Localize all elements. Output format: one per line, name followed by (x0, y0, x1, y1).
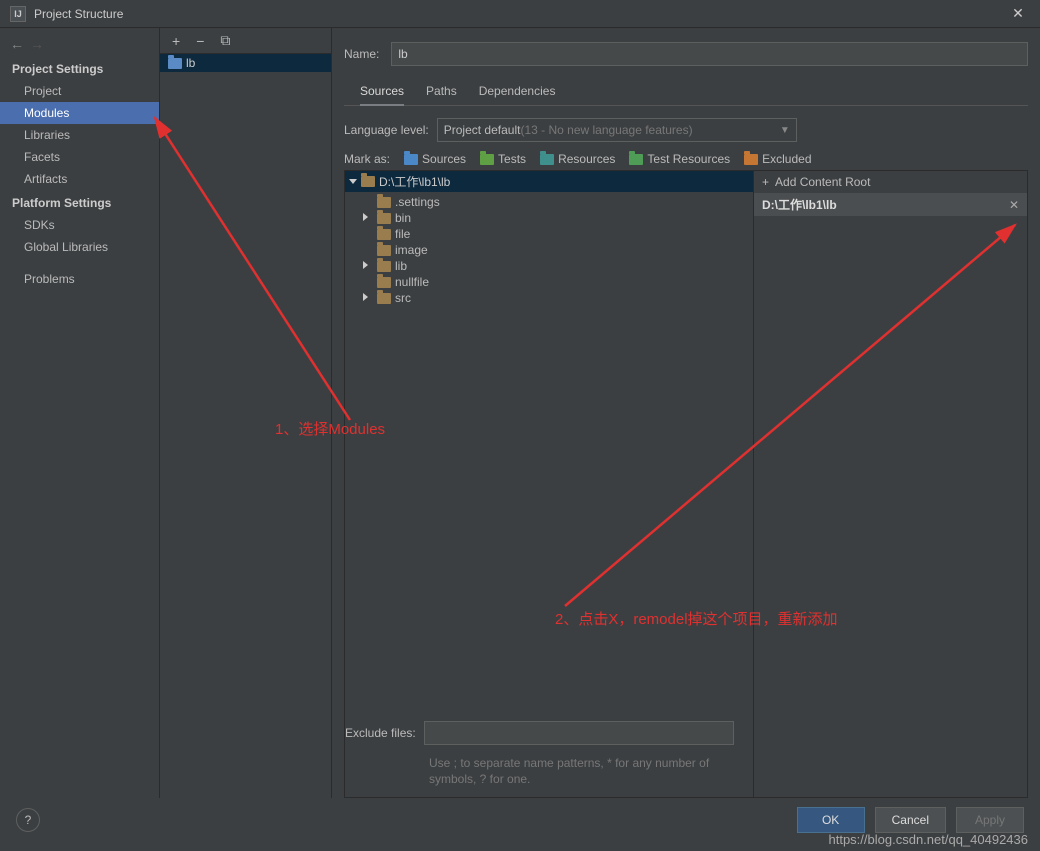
module-name-input[interactable] (391, 42, 1028, 66)
expand-icon (349, 179, 357, 184)
mark-tests[interactable]: Tests (480, 152, 526, 166)
tree-item-label: src (395, 291, 411, 305)
name-label: Name: (344, 47, 379, 61)
tabs: Sources Paths Dependencies (344, 80, 1028, 106)
mark-test-resources[interactable]: Test Resources (629, 152, 730, 166)
mark-resources[interactable]: Resources (540, 152, 615, 166)
remove-module-button[interactable]: − (196, 33, 204, 49)
sidebar-item-modules[interactable]: Modules (0, 102, 159, 124)
folder-icon (377, 277, 391, 288)
tree-row[interactable]: lib (345, 258, 753, 274)
modules-column: + − ⧉ lb (160, 28, 332, 798)
platform-settings-heading: Platform Settings (0, 190, 159, 214)
sidebar-item-artifacts[interactable]: Artifacts (0, 168, 159, 190)
chevron-down-icon: ▼ (780, 125, 790, 136)
language-level-value: Project default (444, 123, 521, 137)
content-roots-panel: + Add Content Root D:\工作\lb1\lb ✕ (754, 170, 1028, 798)
exclude-hint: Use ; to separate name patterns, * for a… (345, 751, 753, 797)
sidebar: ← → Project Settings Project Modules Lib… (0, 28, 160, 798)
tree-root-row[interactable]: D:\工作\lb1\lb (345, 171, 753, 192)
nav-forward-button[interactable]: → (30, 36, 44, 52)
folder-icon (377, 197, 391, 208)
project-settings-heading: Project Settings (0, 56, 159, 80)
folder-icon (377, 261, 391, 272)
module-folder-icon (168, 58, 182, 69)
sidebar-item-problems[interactable]: Problems (0, 268, 159, 290)
annotation-2: 2、点击X，remodel掉这个项目，重新添加 (555, 608, 838, 629)
ok-button[interactable]: OK (797, 807, 865, 833)
tree-row[interactable]: bin (345, 210, 753, 226)
window-title: Project Structure (34, 7, 1006, 21)
sidebar-item-facets[interactable]: Facets (0, 146, 159, 168)
mark-sources[interactable]: Sources (404, 152, 466, 166)
module-name: lb (186, 56, 195, 70)
tree-item-label: nullfile (395, 275, 429, 289)
plus-icon: + (762, 175, 769, 189)
apply-button[interactable]: Apply (956, 807, 1024, 833)
sources-folder-icon (404, 154, 418, 165)
resources-folder-icon (540, 154, 554, 165)
folder-icon (361, 176, 375, 187)
folder-icon (377, 293, 391, 304)
language-level-hint: (13 - No new language features) (520, 123, 692, 137)
expand-icon (363, 293, 373, 303)
titlebar: IJ Project Structure ✕ (0, 0, 1040, 28)
add-module-button[interactable]: + (172, 33, 180, 49)
tab-dependencies[interactable]: Dependencies (479, 80, 556, 105)
watermark: https://blog.csdn.net/qq_40492436 (829, 832, 1029, 847)
mark-excluded[interactable]: Excluded (744, 152, 811, 166)
folder-icon (377, 213, 391, 224)
sidebar-item-global-libraries[interactable]: Global Libraries (0, 236, 159, 258)
folder-icon (377, 245, 391, 256)
add-content-root-label: Add Content Root (775, 175, 870, 189)
sidebar-item-sdks[interactable]: SDKs (0, 214, 159, 236)
tree-row[interactable]: nullfile (345, 274, 753, 290)
sidebar-item-project[interactable]: Project (0, 80, 159, 102)
tree-item-label: bin (395, 211, 411, 225)
tree-root-path: D:\工作\lb1\lb (379, 173, 450, 190)
content-root-path: D:\工作\lb1\lb (762, 196, 837, 213)
tree-item-label: file (395, 227, 410, 241)
tree-item-label: image (395, 243, 428, 257)
test-resources-folder-icon (629, 154, 643, 165)
tests-folder-icon (480, 154, 494, 165)
excluded-folder-icon (744, 154, 758, 165)
tree-row[interactable]: .settings (345, 194, 753, 210)
language-level-label: Language level: (344, 123, 429, 137)
tree-item-label: lib (395, 259, 407, 273)
mark-as-label: Mark as: (344, 152, 390, 166)
tree-row[interactable]: file (345, 226, 753, 242)
tree-row[interactable]: image (345, 242, 753, 258)
cancel-button[interactable]: Cancel (875, 807, 946, 833)
window-close-button[interactable]: ✕ (1006, 5, 1030, 22)
module-list-item[interactable]: lb (160, 54, 331, 72)
sidebar-item-libraries[interactable]: Libraries (0, 124, 159, 146)
remove-content-root-button[interactable]: ✕ (1009, 198, 1019, 212)
folder-icon (377, 229, 391, 240)
expand-icon (363, 213, 373, 223)
app-icon: IJ (10, 6, 26, 22)
expand-icon (363, 261, 373, 271)
tree-row[interactable]: src (345, 290, 753, 306)
tree-item-label: .settings (395, 195, 440, 209)
exclude-files-input[interactable] (424, 721, 734, 745)
copy-module-button[interactable]: ⧉ (220, 32, 230, 49)
content-root-row[interactable]: D:\工作\lb1\lb ✕ (754, 193, 1027, 216)
help-button[interactable]: ? (16, 808, 40, 832)
detail-panel: Name: Sources Paths Dependencies Languag… (332, 28, 1040, 798)
annotation-1: 1、选择Modules (275, 418, 385, 439)
source-tree-panel: D:\工作\lb1\lb .settings bin file image lib nul… (344, 170, 754, 798)
tab-paths[interactable]: Paths (426, 80, 457, 105)
exclude-files-label: Exclude files: (345, 726, 416, 740)
language-level-select[interactable]: Project default (13 - No new language fe… (437, 118, 797, 142)
nav-back-button[interactable]: ← (10, 36, 24, 52)
add-content-root-button[interactable]: + Add Content Root (754, 171, 1027, 193)
tab-sources[interactable]: Sources (360, 80, 404, 106)
